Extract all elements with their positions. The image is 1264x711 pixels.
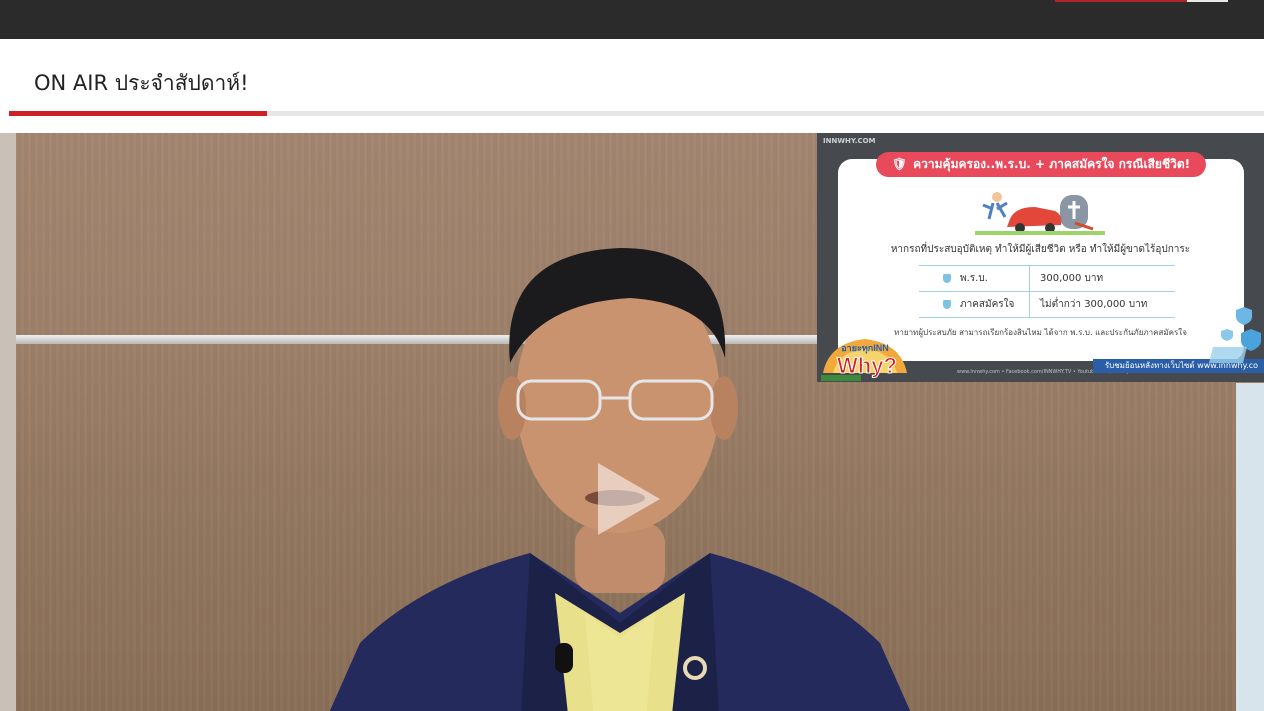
video-frame-window — [1236, 383, 1264, 711]
overlay-banner-text: ความคุ้มครอง..พ.ร.บ. + ภาคสมัครใจ กรณีเส… — [913, 157, 1191, 171]
video-player[interactable]: INNWHY.COM 🛡 ความคุ้มครอง..พ.ร.บ. + ภาคสม… — [0, 133, 1264, 711]
coverage-value: ไม่ต่ำกว่า 300,000 บาท — [1029, 291, 1175, 318]
coverage-label-cell: พ.ร.บ. — [919, 265, 1030, 292]
coverage-table: พ.ร.บ. 300,000 บาท ภาคสมัครใจ ไม่ต่ำกว่า… — [919, 265, 1175, 318]
accident-illustration-icon — [975, 192, 1105, 235]
decorative-shields-icon — [1209, 307, 1261, 363]
tab-active-underline — [9, 111, 267, 116]
shield-icon — [943, 299, 951, 309]
shield-icon: 🛡 — [891, 157, 908, 171]
logo-text-main: Why? — [837, 353, 897, 378]
overlay-site-label: INNWHY.COM — [823, 137, 876, 145]
overlay-banner: 🛡 ความคุ้มครอง..พ.ร.บ. + ภาคสมัครใจ กรณีเ… — [876, 152, 1206, 177]
section-header: ON AIR ประจำสัปดาห์! — [0, 39, 1264, 133]
topbar-search-box[interactable] — [1187, 0, 1228, 2]
infographic-overlay: INNWHY.COM 🛡 ความคุ้มครอง..พ.ร.บ. + ภาคสม… — [817, 133, 1264, 382]
coverage-label: ภาคสมัครใจ — [960, 299, 1015, 310]
table-row: พ.ร.บ. 300,000 บาท — [919, 265, 1175, 292]
top-navigation-bar — [0, 0, 1264, 39]
play-icon[interactable] — [598, 463, 660, 535]
innwhy-logo: อายะทุกINN Why? — [821, 339, 907, 381]
coverage-label-cell: ภาคสมัครใจ — [919, 291, 1030, 318]
shield-icon — [943, 273, 951, 283]
table-row: ภาคสมัครใจ ไม่ต่ำกว่า 300,000 บาท — [919, 291, 1175, 318]
section-title: ON AIR ประจำสัปดาห์! — [34, 71, 249, 95]
overlay-question: หากรถที่ประสบอุบัติเหตุ ทำให้มีผู้เสียชี… — [890, 244, 1191, 255]
coverage-label: พ.ร.บ. — [960, 273, 988, 284]
topbar-accent-bar — [1055, 0, 1187, 2]
video-frame-left-edge — [0, 133, 16, 711]
coverage-value: 300,000 บาท — [1029, 265, 1175, 292]
